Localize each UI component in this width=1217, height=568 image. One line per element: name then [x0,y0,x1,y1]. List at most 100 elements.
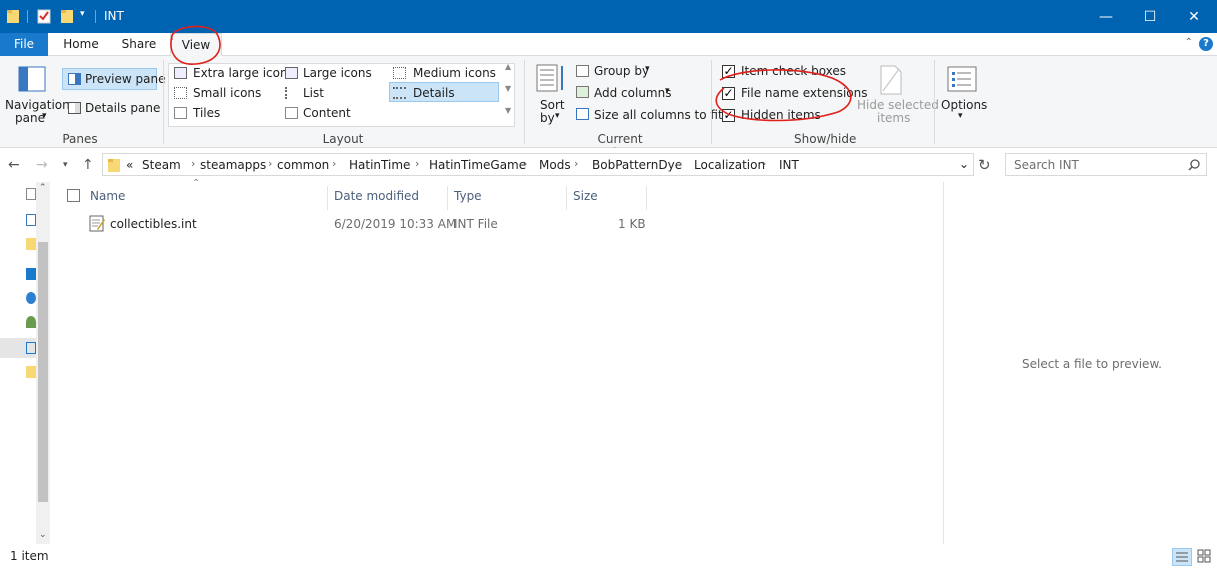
preview-pane-icon [68,73,81,85]
chevron-right-icon[interactable]: › [574,157,578,170]
navigation-pane-label-2: pane [15,111,45,125]
desktop-icon[interactable] [26,214,36,226]
navigation-pane-icon[interactable] [18,66,46,92]
layout-more-icon[interactable]: ▼ [505,106,511,115]
tab-view[interactable]: View [170,33,222,57]
column-header-type[interactable]: Type [454,186,482,206]
back-arrow-icon[interactable]: ← [8,157,20,173]
navigation-pane-button[interactable]: Navigation [5,98,70,112]
breadcrumb-common[interactable]: common [277,158,329,172]
layout-details[interactable]: Details [413,86,455,100]
chevron-right-icon[interactable]: › [678,157,682,170]
ribbon: Navigation pane ▾ Preview pane Details p… [0,56,1217,160]
quick-access-icon[interactable] [26,188,36,200]
chevron-right-icon[interactable]: › [762,157,766,170]
this-pc-icon[interactable] [26,342,36,354]
column-header-date-modified[interactable]: Date modified [334,186,419,206]
layout-small-icons[interactable]: Small icons [193,86,261,100]
folder-icon[interactable] [26,238,36,250]
up-arrow-icon[interactable]: ↑ [82,157,94,173]
group-by-button[interactable]: Group by [594,64,649,78]
file-name-extensions-checkbox[interactable]: ✓ [722,87,735,100]
details-view-icon [1176,552,1188,562]
layout-extra-large-icons[interactable]: Extra large icons [193,66,294,80]
layout-tiles[interactable]: Tiles [193,106,220,120]
column-header-size[interactable]: Size [573,186,598,206]
layout-medium-icons[interactable]: Medium icons [413,66,496,80]
forward-arrow-icon[interactable]: → [36,157,48,173]
breadcrumb-steam[interactable]: Steam [142,158,181,172]
search-input[interactable]: Search INT [1005,153,1207,176]
maximize-button[interactable]: ☐ [1127,0,1173,33]
search-placeholder: Search INT [1014,158,1079,172]
chevron-right-icon[interactable]: › [523,157,527,170]
hide-selected-button[interactable]: Hide selected [857,98,939,112]
chevron-right-icon[interactable]: › [332,157,336,170]
medium-icons-icon [393,67,406,79]
column-header-name[interactable]: Name [90,186,125,206]
properties-icon[interactable] [37,8,51,24]
user-icon[interactable] [26,316,36,328]
file-size: 1 KB [618,217,646,231]
address-dropdown-icon[interactable]: ⌄ [959,157,969,171]
chevron-right-icon[interactable]: › [268,157,272,170]
details-view-button[interactable] [1172,548,1192,566]
size-all-columns-button[interactable]: Size all columns to fit [594,108,723,122]
file-name[interactable]: collectibles.int [110,217,197,231]
refresh-icon[interactable]: ↻ [978,156,991,174]
scroll-down-icon[interactable]: ⌄ [39,530,47,540]
file-name-extensions-label: File name extensions [741,86,868,100]
select-all-checkbox[interactable] [67,189,80,202]
small-icons-icon [174,87,187,99]
preview-pane-button[interactable]: Preview pane [85,72,165,86]
options-icon[interactable] [947,66,977,92]
close-button[interactable]: ✕ [1171,0,1217,33]
tab-share[interactable]: Share [114,33,164,56]
nav-scroll-thumb[interactable] [38,242,48,502]
chevron-right-icon[interactable]: › [191,157,195,170]
breadcrumb-mods[interactable]: Mods [539,158,571,172]
chevron-right-icon[interactable]: › [415,157,419,170]
new-folder-icon[interactable] [60,8,74,24]
network-icon[interactable] [26,366,36,378]
help-icon[interactable]: ? [1199,37,1213,51]
tab-file[interactable]: File [0,33,48,56]
breadcrumb-steamapps[interactable]: steamapps [200,158,266,172]
layout-scroll-down-icon[interactable]: ▼ [505,84,511,93]
add-columns-button[interactable]: Add columns [594,86,671,100]
layout-content[interactable]: Content [303,106,351,120]
item-check-boxes-checkbox[interactable]: ✓ [722,65,735,78]
sort-by-button[interactable]: Sort [540,98,565,112]
minimize-button[interactable]: — [1083,0,1129,33]
layout-large-icons[interactable]: Large icons [303,66,372,80]
breadcrumb-hatintimegame[interactable]: HatinTimeGame [429,158,526,172]
preview-pane: Select a file to preview. [943,182,1217,544]
large-icons-view-button[interactable] [1195,548,1215,566]
address-bar[interactable]: « Steam › steamapps › common › HatinTime… [102,153,974,176]
large-icons-icon [285,67,298,79]
content-icon [285,107,298,119]
breadcrumb-overflow[interactable]: « [126,158,133,172]
breadcrumb-hatintime[interactable]: HatinTime [349,158,410,172]
ini-file-icon [89,215,105,232]
recent-locations-icon[interactable]: ▾ [63,160,68,170]
breadcrumb-int[interactable]: INT [779,158,799,172]
add-columns-icon [576,86,589,98]
collapse-ribbon-icon[interactable]: ⌃ [1185,37,1193,48]
hidden-items-checkbox[interactable]: ✓ [722,109,735,122]
item-check-boxes-label: Item check boxes [741,64,847,78]
onedrive-icon[interactable] [26,292,36,304]
tab-home[interactable]: Home [56,33,106,56]
group-by-icon [576,65,589,77]
size-columns-icon [576,108,589,120]
chevron-down-icon: ▾ [665,86,670,96]
scroll-up-icon[interactable]: ⌃ [39,183,47,193]
sort-by-icon[interactable] [536,64,566,94]
options-button[interactable]: Options [941,98,987,112]
details-pane-button[interactable]: Details pane [85,101,160,115]
breadcrumb-localization[interactable]: Localization [694,158,765,172]
layout-list[interactable]: List [303,86,324,100]
breadcrumb-bobpatterndye[interactable]: BobPatternDye [592,158,682,172]
customize-toolbar-icon[interactable]: ▾ [80,9,85,25]
layout-scroll-up-icon[interactable]: ▲ [505,62,511,71]
